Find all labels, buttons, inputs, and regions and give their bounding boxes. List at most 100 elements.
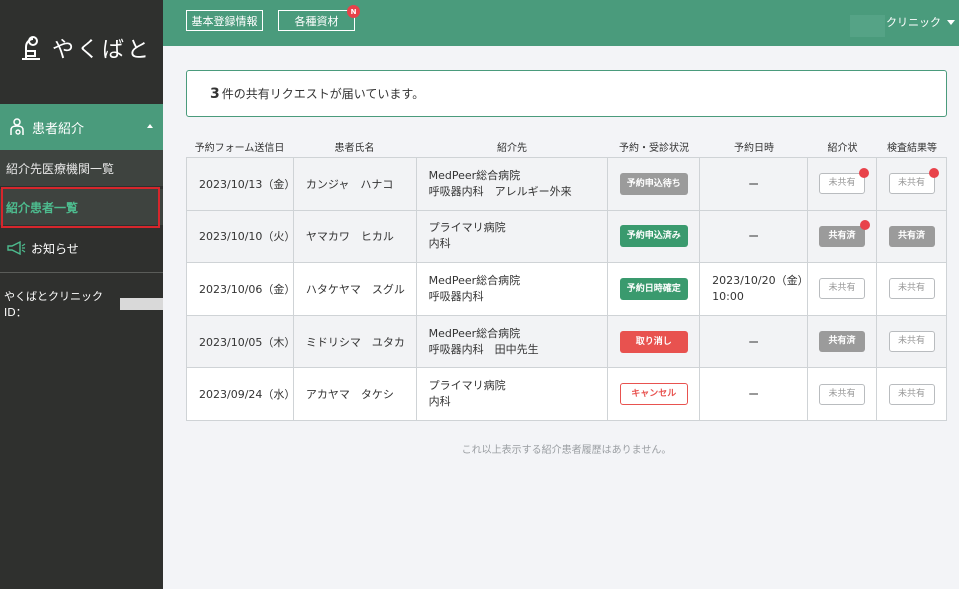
share-label: 未共有 (897, 283, 925, 294)
top-header: 基本登録情報 各種資材 N クリニック (163, 0, 959, 46)
user-avatar-mask (850, 15, 885, 37)
sidebar-divider (0, 272, 163, 273)
notification-dot (859, 168, 870, 179)
cell-date: 2023/10/05（木） (186, 314, 295, 369)
sidebar-item-news[interactable]: お知らせ (0, 230, 163, 266)
share-button[interactable]: 共有済 (819, 219, 871, 247)
cell-referral-dest: MedPeer総合病院 呼吸器内科 田中先生 (415, 314, 609, 369)
cell-appointment: ー (699, 367, 809, 421)
share-label: 未共有 (828, 283, 856, 294)
share-button[interactable]: 共有済 (888, 225, 935, 247)
col-header-submitted-date: 予約フォーム送信日 (194, 142, 285, 154)
col-header-patient-name: 患者氏名 (334, 142, 375, 154)
col-header-referral-dest: 紹介先 (497, 142, 527, 154)
sidebar: やくばと 患者紹介 紹介先医療機関一覧 紹介患者一覧 お知らせ やくばとクリニッ… (0, 0, 163, 589)
col-header-referral-letter: 紹介状 (827, 142, 858, 154)
dest-hospital: MedPeer総合病院 (428, 326, 521, 340)
notification-dot (860, 219, 871, 230)
share-button[interactable]: 共有済 (819, 331, 866, 353)
share-button[interactable]: 未共有 (819, 168, 870, 195)
notification-dot (928, 168, 939, 179)
end-of-list-note: これ以上表示する紹介患者履歴はありません。 (461, 445, 672, 456)
table-row[interactable]: 2023/10/06（金） ハタケヤマ スグル MedPeer総合病院 呼吸器内… (186, 262, 947, 316)
sidebar-item-referral-institutions[interactable]: 紹介先医療機関一覧 (0, 150, 163, 186)
share-button[interactable]: 未共有 (819, 383, 866, 405)
dest-department: 呼吸器内科 (428, 289, 484, 303)
clinic-id: やくばとクリニックID： (4, 288, 163, 320)
clinic-id-label: やくばとクリニックID： (4, 290, 103, 319)
share-button[interactable]: 未共有 (888, 168, 939, 195)
dest-hospital: プライマリ病院 (428, 379, 506, 393)
dest-hospital: MedPeer総合病院 (428, 168, 521, 182)
main-content: 3 件の共有リクエストが届いています。 予約フォーム送信日 患者氏名 紹介先 予… (163, 46, 959, 589)
appointment-date: 2023/10/20（金） (712, 273, 809, 287)
share-label: 未共有 (828, 388, 856, 399)
referred-patients-table: 2023/10/13（金） カンジャ ハナコ MedPeer総合病院 呼吸器内科… (186, 157, 947, 421)
table-row[interactable]: 2023/09/24（水） アカヤマ タケシ プライマリ病院 内科 キャンセル … (186, 367, 947, 421)
share-button[interactable]: 未共有 (888, 331, 935, 353)
caret-down-icon (947, 19, 955, 25)
col-header-test-results: 検査結果等 (887, 142, 937, 154)
cell-referral-letter: 未共有 (807, 262, 877, 316)
cell-patient-name: ミドリシマ ユタカ (292, 314, 417, 369)
cell-date: 2023/10/06（金） (186, 262, 295, 316)
dest-department: 内科 (428, 237, 451, 251)
cell-test-results: 未共有 (876, 367, 947, 421)
cell-status: キャンセル (607, 367, 701, 421)
status-badge[interactable]: 予約日時確定 (619, 277, 688, 300)
sidebar-item-referred-patients[interactable]: 紹介患者一覧 (0, 189, 163, 225)
cell-date: 2023/10/13（金） (186, 157, 295, 211)
cell-status: 予約申込済み (607, 209, 701, 264)
cell-test-results: 未共有 (876, 262, 947, 316)
table-row[interactable]: 2023/10/10（火） ヤマカワ ヒカル プライマリ病院 内科 予約申込済み… (186, 209, 947, 264)
table-row[interactable]: 2023/10/13（金） カンジャ ハナコ MedPeer総合病院 呼吸器内科… (186, 157, 947, 211)
cell-referral-dest: プライマリ病院 内科 (415, 209, 609, 264)
cell-appointment: ー (699, 157, 809, 211)
status-badge[interactable]: キャンセル (619, 383, 688, 406)
megaphone-icon (7, 241, 26, 255)
cell-patient-name: ヤマカワ ヒカル (292, 209, 417, 264)
cell-patient-name: ハタケヤマ スグル (292, 262, 417, 316)
sidebar-item-label: お知らせ (31, 241, 79, 256)
materials-button[interactable]: 各種資材 N (278, 5, 360, 31)
cell-appointment: ー (699, 314, 809, 369)
basic-info-button[interactable]: 基本登録情報 (186, 10, 263, 31)
cell-patient-name: アカヤマ タケシ (292, 367, 417, 421)
share-button[interactable]: 未共有 (888, 278, 935, 300)
cell-status: 予約申込待ち (607, 157, 701, 211)
cell-referral-dest: MedPeer総合病院 呼吸器内科 アレルギー外来 (415, 157, 609, 211)
cell-appointment: ー (699, 209, 809, 264)
table-row[interactable]: 2023/10/05（木） ミドリシマ ユタカ MedPeer総合病院 呼吸器内… (186, 314, 947, 369)
share-request-notice[interactable]: 3 件の共有リクエストが届いています。 (186, 70, 947, 117)
logo-text: やくばと (52, 38, 153, 63)
dest-department: 呼吸器内科 アレルギー外来 (428, 184, 572, 198)
share-label: 未共有 (897, 336, 925, 347)
cell-referral-letter: 共有済 (807, 209, 877, 264)
sidebar-item-label: 紹介患者一覧 (6, 200, 79, 215)
app-logo[interactable]: やくばと (18, 30, 152, 66)
share-label: 未共有 (897, 388, 925, 399)
appointment-value: ー (748, 177, 760, 191)
cell-appointment: 2023/10/20（金） 10:00 (699, 262, 809, 316)
share-label: 未共有 (897, 178, 925, 189)
button-label: 基本登録情報 (191, 14, 258, 28)
notice-count: 3 (210, 85, 220, 102)
cell-status: 予約日時確定 (607, 262, 701, 316)
cell-test-results: 未共有 (876, 157, 947, 211)
status-badge[interactable]: 予約申込済み (619, 225, 688, 248)
cell-test-results: 未共有 (876, 314, 947, 369)
col-header-status: 予約・受診状況 (619, 142, 689, 154)
cell-date: 2023/10/10（火） (186, 209, 295, 264)
cell-patient-name: カンジャ ハナコ (292, 157, 417, 211)
cell-date: 2023/09/24（水） (186, 367, 295, 421)
nav-section-patient-referral[interactable]: 患者紹介 (0, 104, 163, 150)
cell-referral-letter: 未共有 (807, 367, 877, 421)
share-button[interactable]: 未共有 (819, 278, 866, 300)
cell-status: 取り消し (607, 314, 701, 369)
status-badge[interactable]: 取り消し (619, 330, 688, 353)
share-button[interactable]: 未共有 (888, 383, 935, 405)
appointment-value: ー (748, 388, 760, 402)
dest-department: 内科 (428, 395, 451, 409)
status-badge[interactable]: 予約申込待ち (619, 172, 688, 195)
clinic-menu-dropdown[interactable]: クリニック (886, 14, 955, 30)
